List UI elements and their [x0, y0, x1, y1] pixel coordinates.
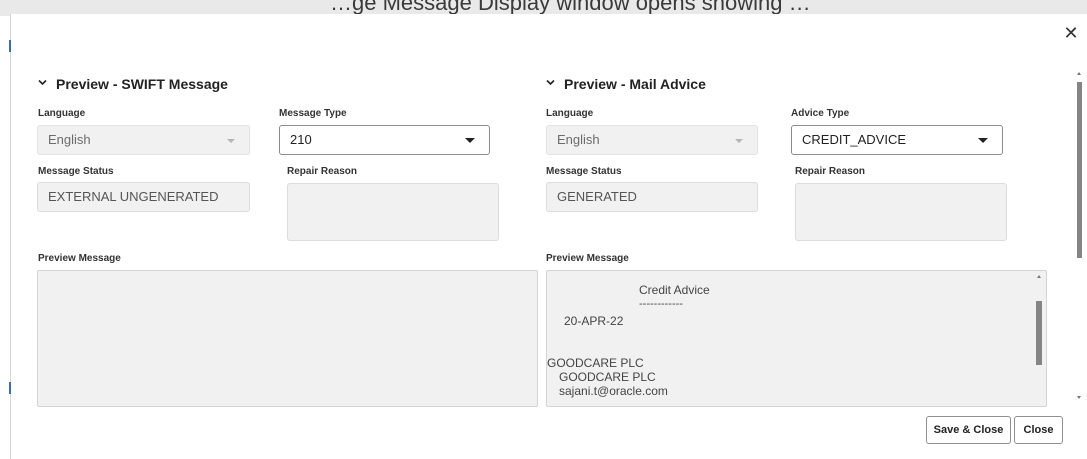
mail-advice-section-title: Preview - Mail Advice [564, 76, 706, 92]
scroll-up-arrow-icon[interactable] [1037, 275, 1041, 278]
swift-language-label: Language [38, 108, 86, 119]
preview-advice-underline: ------------ [639, 298, 683, 310]
preview-advice-company-line2: GOODCARE PLC [559, 370, 656, 384]
swift-repair-reason-label: Repair Reason [287, 166, 358, 177]
mail-preview-message[interactable]: Credit Advice ------------ 20-APR-22 GOO… [546, 270, 1047, 407]
mail-repair-reason-field [795, 183, 1007, 241]
preview-scroll-thumb[interactable] [1036, 301, 1042, 365]
caret-down-icon [227, 139, 235, 143]
message-type-select[interactable]: 210 [279, 125, 490, 155]
mail-message-status-value: GENERATED [557, 189, 637, 204]
swift-section-title: Preview - SWIFT Message [56, 76, 228, 92]
swift-message-status-label: Message Status [38, 166, 114, 177]
mail-language-label: Language [546, 108, 594, 119]
swift-message-status-field: EXTERNAL UNGENERATED [37, 182, 250, 212]
chevron-down-icon [546, 78, 555, 87]
left-edge-marker [9, 382, 11, 394]
chevron-down-icon [38, 78, 47, 87]
preview-advice-email: sajani.t@oracle.com [559, 384, 668, 398]
mail-preview-label: Preview Message [546, 253, 629, 264]
message-type-value: 210 [290, 132, 312, 147]
dialog-scrollbar[interactable] [1075, 70, 1083, 402]
preview-advice-title: Credit Advice [639, 283, 710, 297]
advice-type-select[interactable]: CREDIT_ADVICE [791, 125, 1003, 155]
preview-advice-date: 20-APR-22 [564, 314, 624, 328]
mail-repair-reason-label: Repair Reason [795, 166, 866, 177]
scroll-down-arrow-icon[interactable] [1077, 396, 1081, 399]
swift-repair-reason-field [287, 183, 499, 241]
advice-type-label: Advice Type [791, 108, 850, 119]
swift-section-header[interactable]: Preview - SWIFT Message [38, 76, 228, 92]
mail-language-select: English [546, 125, 758, 155]
scroll-up-arrow-icon[interactable] [1077, 72, 1081, 75]
swift-preview-message[interactable] [37, 270, 538, 407]
caret-down-icon [465, 138, 475, 143]
left-edge-marker [9, 40, 11, 52]
close-button[interactable]: Close [1014, 416, 1063, 444]
mail-message-status-label: Message Status [546, 166, 622, 177]
caret-down-icon [735, 139, 743, 143]
swift-preview-label: Preview Message [38, 253, 121, 264]
mail-advice-section-header[interactable]: Preview - Mail Advice [546, 76, 706, 92]
swift-language-value: English [48, 132, 91, 147]
preview-scrollbar[interactable] [1035, 273, 1043, 406]
swift-message-status-value: EXTERNAL UNGENERATED [48, 189, 219, 204]
preview-advice-company: GOODCARE PLC [547, 356, 644, 370]
dialog-scroll-thumb[interactable] [1077, 82, 1082, 258]
caret-down-icon [978, 138, 988, 143]
message-type-label: Message Type [279, 108, 347, 119]
swift-language-select: English [37, 125, 250, 155]
mail-language-value: English [557, 132, 600, 147]
save-and-close-button[interactable]: Save & Close [926, 416, 1011, 444]
advice-type-value: CREDIT_ADVICE [802, 132, 907, 147]
close-icon[interactable]: ✕ [1062, 24, 1080, 42]
mail-message-status-field: GENERATED [546, 182, 758, 212]
